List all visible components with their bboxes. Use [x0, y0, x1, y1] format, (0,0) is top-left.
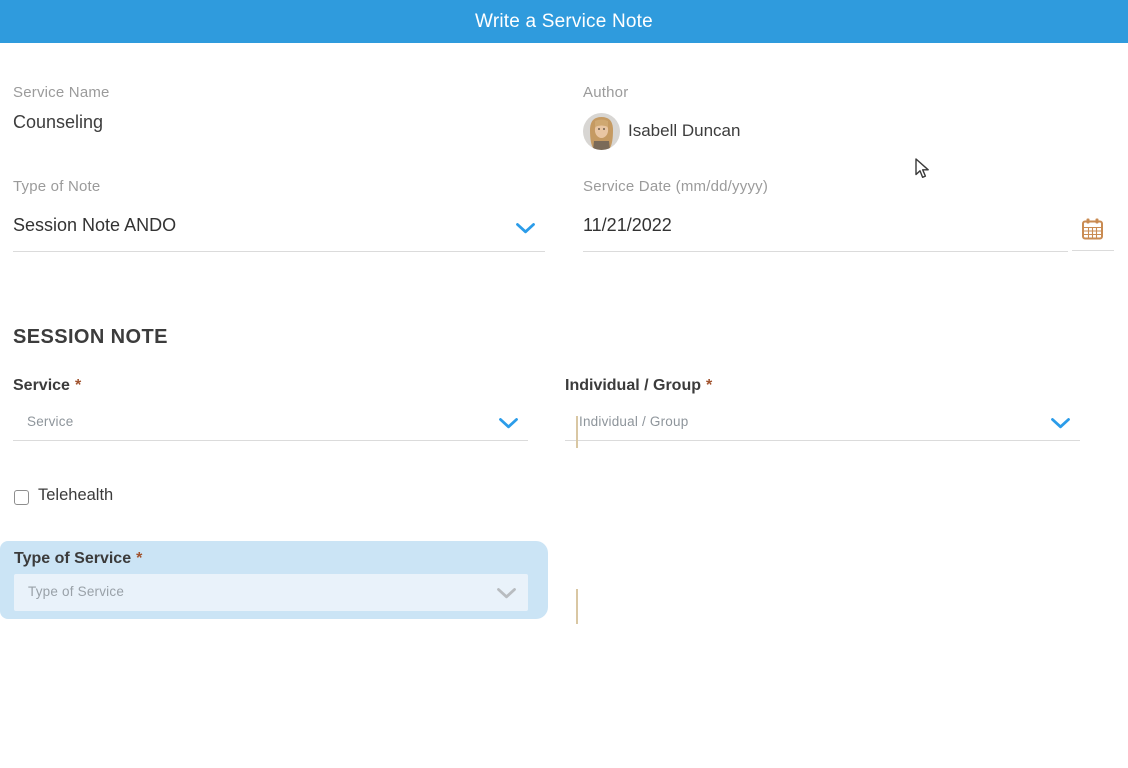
- telehealth-label: Telehealth: [38, 486, 113, 505]
- service-date-input[interactable]: 11/21/2022: [583, 208, 1068, 252]
- type-of-note-value: Session Note ANDO: [13, 208, 545, 236]
- page-title: Write a Service Note: [475, 11, 653, 33]
- avatar-photo: [583, 113, 620, 150]
- service-name-label: Service Name: [13, 84, 110, 101]
- service-label-text: Service: [13, 377, 70, 394]
- service-placeholder: Service: [13, 405, 528, 429]
- write-service-note-page: Write a Service Note Service Name Counse…: [0, 0, 1128, 768]
- calendar-button[interactable]: [1072, 208, 1114, 251]
- session-note-heading: SESSION NOTE: [13, 326, 168, 349]
- calendar-icon: [1082, 218, 1103, 240]
- service-name-value: Counseling: [13, 112, 103, 133]
- chevron-down-icon: [516, 223, 535, 234]
- individual-group-placeholder: Individual / Group: [565, 405, 1080, 429]
- required-asterisk: *: [706, 377, 712, 394]
- type-of-service-field-label: Type of Service *: [14, 550, 142, 568]
- type-of-note-label: Type of Note: [13, 178, 100, 195]
- individual-group-label-text: Individual / Group: [565, 377, 701, 394]
- author-name: Isabell Duncan: [628, 121, 740, 141]
- type-of-note-select[interactable]: Session Note ANDO: [13, 208, 545, 252]
- individual-group-select[interactable]: Individual / Group: [565, 405, 1080, 441]
- author-label: Author: [583, 84, 628, 101]
- field-accent-bar: [576, 416, 578, 448]
- service-select[interactable]: Service: [13, 405, 528, 441]
- individual-group-field-label: Individual / Group *: [565, 377, 712, 395]
- telehealth-checkbox[interactable]: [14, 490, 29, 505]
- field-accent-bar: [576, 589, 578, 624]
- mouse-pointer-icon: [915, 158, 931, 180]
- author-avatar: [583, 113, 620, 150]
- service-field-label: Service *: [13, 377, 81, 395]
- type-of-service-placeholder: Type of Service: [14, 574, 528, 599]
- type-of-service-label-text: Type of Service: [14, 550, 131, 567]
- service-date-label: Service Date (mm/dd/yyyy): [583, 178, 768, 195]
- type-of-service-select[interactable]: Type of Service: [14, 574, 528, 611]
- chevron-down-icon: [497, 588, 516, 599]
- service-date-value: 11/21/2022: [583, 208, 1068, 236]
- required-asterisk: *: [75, 377, 81, 394]
- chevron-down-icon: [1051, 418, 1070, 429]
- header-bar: Write a Service Note: [0, 0, 1128, 43]
- type-of-service-panel: Type of Service * Type of Service: [0, 541, 548, 619]
- required-asterisk: *: [136, 550, 142, 567]
- chevron-down-icon: [499, 418, 518, 429]
